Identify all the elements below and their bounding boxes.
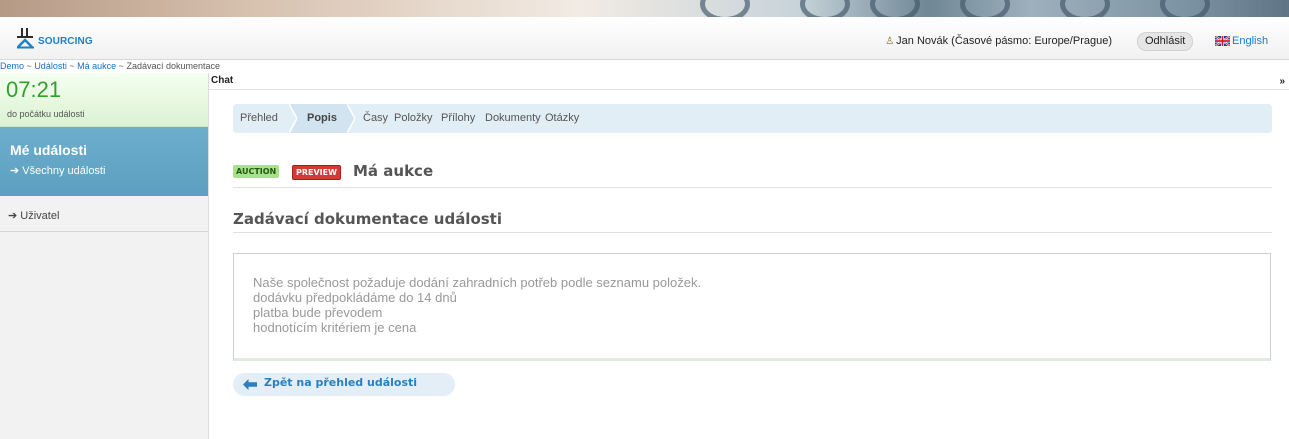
countdown-time: 07:21 [6, 77, 62, 102]
chat-label: Chat [211, 75, 234, 86]
breadcrumb-separator: ~ [26, 61, 32, 71]
tab-attachments[interactable]: Přílohy [441, 104, 475, 133]
tab-separator-icon [347, 104, 355, 133]
language-label: English [1232, 35, 1269, 47]
tab-documents[interactable]: Dokumenty [485, 104, 541, 133]
banner-decoration [800, 0, 850, 17]
section-title: Zadávací dokumentace události [233, 210, 1272, 233]
tab-description[interactable]: Popis [307, 104, 337, 133]
document-line: Naše společnost požaduje dodání zahradní… [253, 275, 702, 290]
tab-overview[interactable]: Přehled [240, 104, 278, 133]
breadcrumb-separator: ~ [69, 61, 75, 71]
user-icon: ♙ [885, 35, 895, 47]
countdown-panel: 07:21 do počátku události [0, 73, 208, 127]
logout-button[interactable]: Odhlásit [1137, 32, 1194, 51]
breadcrumb-link-demo[interactable]: Demo [0, 61, 24, 71]
event-header: AUCTION PREVIEW Má aukce [233, 162, 1272, 188]
all-events-link[interactable]: ➔ Všechny události [10, 164, 105, 177]
breadcrumb-link-my-auction[interactable]: Má aukce [77, 61, 116, 71]
preview-badge: PREVIEW [292, 165, 341, 180]
user-info: ♙ Jan Novák (Časové pásmo: Europe/Prague… [885, 35, 1112, 47]
back-button-label: Zpět na přehled události [264, 376, 418, 389]
tab-separator-icon [289, 104, 297, 133]
breadcrumb: Demo ~ Události ~ Má aukce ~ Zadávací do… [0, 59, 220, 73]
breadcrumb-current: Zadávací dokumentace [126, 61, 221, 71]
breadcrumb-link-events[interactable]: Události [34, 61, 67, 71]
countdown-label: do počátku události [7, 109, 85, 119]
event-tabs: Přehled Popis Časy Položky Přílohy Dokum… [233, 104, 1272, 133]
tab-items[interactable]: Položky [394, 104, 433, 133]
document-line: hodnotícím kritériem je cena [253, 320, 417, 335]
banner-decoration [700, 0, 750, 17]
logo-icon [17, 28, 34, 49]
my-events-title: Mé události [10, 142, 88, 158]
tab-times[interactable]: Časy [363, 104, 388, 133]
banner-decoration [1060, 0, 1110, 17]
event-name: Má aukce [353, 162, 434, 180]
my-events-panel: Mé události ➔ Všechny události [0, 127, 208, 196]
document-line: dodávku předpokládáme do 14 dnů [253, 290, 457, 305]
tab-questions[interactable]: Otázky [545, 104, 579, 133]
language-switch[interactable]: English [1215, 35, 1268, 47]
document-text-box: Naše společnost požaduje dodání zahradní… [233, 253, 1271, 361]
banner-decoration [960, 0, 1010, 17]
user-name: Jan Novák (Časové pásmo: Europe/Prague) [896, 35, 1112, 47]
chat-expand-icon[interactable]: » [1279, 76, 1285, 87]
top-bar: SOURCING ♙ Jan Novák (Časové pásmo: Euro… [0, 17, 1289, 60]
logo-text: SOURCING [38, 36, 93, 47]
header-banner [0, 0, 1289, 17]
document-line: platba bude převodem [253, 305, 383, 320]
banner-decoration [1160, 0, 1210, 17]
arrow-left-icon [243, 379, 257, 390]
chat-bar: Chat » [209, 73, 1289, 90]
sidebar: 07:21 do počátku události Mé události ➔ … [0, 73, 209, 439]
uk-flag-icon [1215, 36, 1230, 46]
sidebar-divider [0, 231, 208, 232]
sidebar-item-user[interactable]: ➔ Uživatel [8, 209, 59, 222]
breadcrumb-separator: ~ [118, 61, 124, 71]
auction-badge: AUCTION [233, 165, 280, 178]
logo[interactable]: SOURCING [17, 25, 93, 49]
back-to-overview-button[interactable]: Zpět na přehled události [233, 373, 455, 396]
banner-decoration [870, 0, 920, 17]
